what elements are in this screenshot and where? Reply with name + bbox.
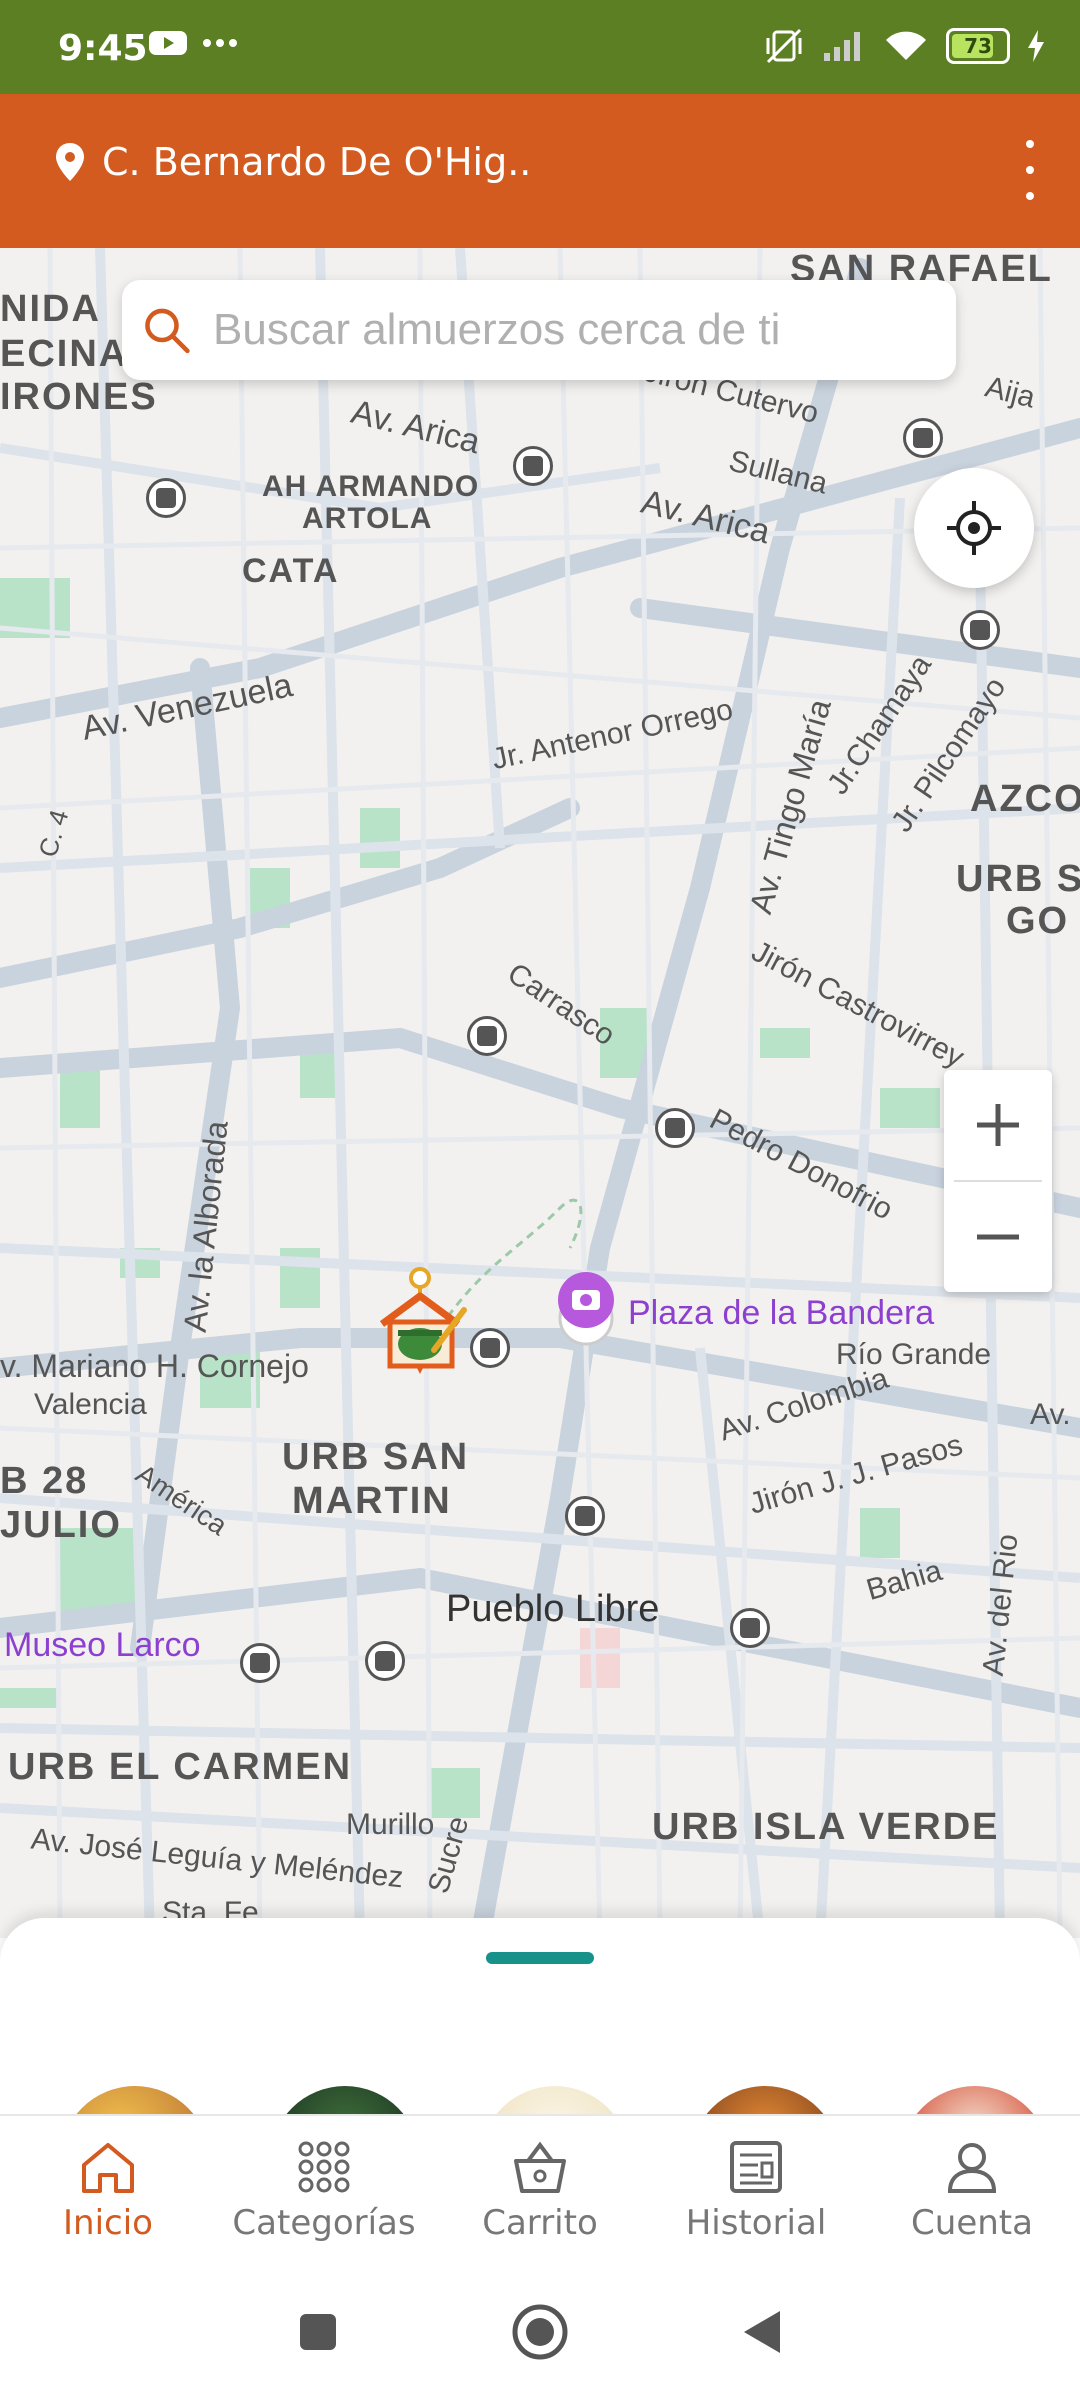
battery-indicator: 73 — [946, 28, 1010, 64]
area-label: ECINA — [0, 333, 129, 375]
restaurant-marker-icon[interactable] — [372, 1266, 472, 1376]
camera-poi-icon[interactable] — [554, 1268, 618, 1348]
map-view[interactable]: NIDA ECINA IRONES SAN RAFAEL AH ARMANDO … — [0, 248, 1080, 1938]
area-label: URB EL CARMEN — [8, 1746, 353, 1788]
area-label: IRONES — [0, 376, 158, 418]
basket-icon — [514, 2141, 566, 2193]
search-bar[interactable] — [122, 280, 956, 380]
status-bar: 9:45 73 — [0, 0, 1080, 94]
nav-inicio[interactable]: Inicio — [0, 2116, 216, 2266]
street-label: Murillo — [346, 1808, 435, 1841]
zoom-in-button[interactable] — [944, 1070, 1052, 1180]
area-label: JULIO — [0, 1504, 122, 1546]
app-bar: C. Bernardo De O'Hig.. — [0, 94, 1080, 248]
poi-label[interactable]: Plaza de la Bandera — [628, 1294, 934, 1333]
bus-stop-icon — [146, 478, 186, 518]
home-icon — [82, 2143, 134, 2193]
bus-stop-icon — [513, 446, 553, 486]
area-label: CATA — [242, 552, 340, 590]
nav-historial[interactable]: Historial — [648, 2116, 864, 2266]
bus-stop-icon — [903, 418, 943, 458]
more-dots-icon — [203, 39, 237, 47]
search-input[interactable] — [211, 304, 936, 356]
vibrate-off-icon — [766, 28, 802, 64]
bus-stop-icon — [565, 1496, 605, 1536]
bus-stop-icon — [960, 610, 1000, 650]
location-pin-icon — [56, 143, 84, 181]
signal-icon — [824, 32, 860, 61]
zoom-controls — [944, 1070, 1052, 1292]
person-icon — [947, 2143, 997, 2193]
nav-categorias[interactable]: Categorías — [216, 2116, 432, 2266]
grid-icon — [298, 2141, 350, 2193]
status-notifications — [148, 28, 238, 58]
receipt-icon — [730, 2141, 782, 2193]
plus-icon — [977, 1104, 1019, 1146]
area-label: AH ARMANDO — [262, 470, 480, 503]
area-label: AZCO — [970, 778, 1080, 820]
street-label: Valencia — [34, 1388, 147, 1421]
area-label: B 28 — [0, 1460, 89, 1502]
nav-label: Categorías — [232, 2203, 416, 2243]
more-options-icon[interactable] — [1010, 140, 1050, 200]
crosshair-icon — [947, 501, 1001, 555]
area-label: URB ISLA VERDE — [652, 1806, 1000, 1848]
status-right-icons: 73 — [762, 26, 1046, 66]
bus-stop-icon — [467, 1016, 507, 1056]
nav-carrito[interactable]: Carrito — [432, 2116, 648, 2266]
search-icon — [145, 308, 190, 354]
area-label: ARTOLA — [302, 502, 433, 535]
bottom-navigation: Inicio Categorías Carrito Historial Cuen… — [0, 2114, 1080, 2266]
my-location-button[interactable] — [914, 468, 1034, 588]
address-label: C. Bernardo De O'Hig.. — [102, 140, 532, 184]
wifi-icon — [886, 31, 926, 60]
status-time: 9:45 — [58, 28, 148, 69]
nav-label: Historial — [685, 2203, 827, 2243]
bus-stop-icon — [365, 1641, 405, 1681]
charging-icon — [1028, 30, 1044, 62]
system-navigation — [0, 2264, 1080, 2400]
area-label: GO — [1006, 900, 1070, 942]
area-label: NIDA — [0, 288, 101, 330]
bus-stop-icon — [240, 1643, 280, 1683]
bus-stop-icon — [655, 1108, 695, 1148]
area-label: URB SAN — [282, 1436, 470, 1478]
address-selector[interactable]: C. Bernardo De O'Hig.. — [56, 140, 531, 184]
home-circle-icon[interactable] — [510, 2302, 570, 2362]
street-label: v. Mariano H. Cornejo — [0, 1348, 309, 1384]
nav-label: Carrito — [482, 2203, 598, 2243]
bottom-sheet[interactable] — [0, 1918, 1080, 2118]
nav-label: Inicio — [63, 2203, 153, 2243]
zoom-out-button[interactable] — [944, 1182, 1052, 1292]
street-label: Río Grande — [836, 1338, 992, 1371]
sheet-drag-handle[interactable] — [486, 1952, 594, 1964]
bus-stop-icon — [470, 1328, 510, 1368]
youtube-icon — [149, 31, 187, 55]
minus-icon — [977, 1234, 1019, 1240]
area-label: MARTIN — [292, 1480, 452, 1522]
poi-label[interactable]: Museo Larco — [4, 1626, 201, 1665]
nav-cuenta[interactable]: Cuenta — [864, 2116, 1080, 2266]
nav-label: Cuenta — [911, 2203, 1033, 2243]
bus-stop-icon — [730, 1608, 770, 1648]
recent-apps-icon[interactable] — [296, 2310, 340, 2354]
area-label: URB S — [956, 858, 1080, 900]
back-icon[interactable] — [740, 2307, 784, 2357]
street-label: Av. — [1030, 1398, 1071, 1431]
district-label: Pueblo Libre — [446, 1588, 660, 1630]
